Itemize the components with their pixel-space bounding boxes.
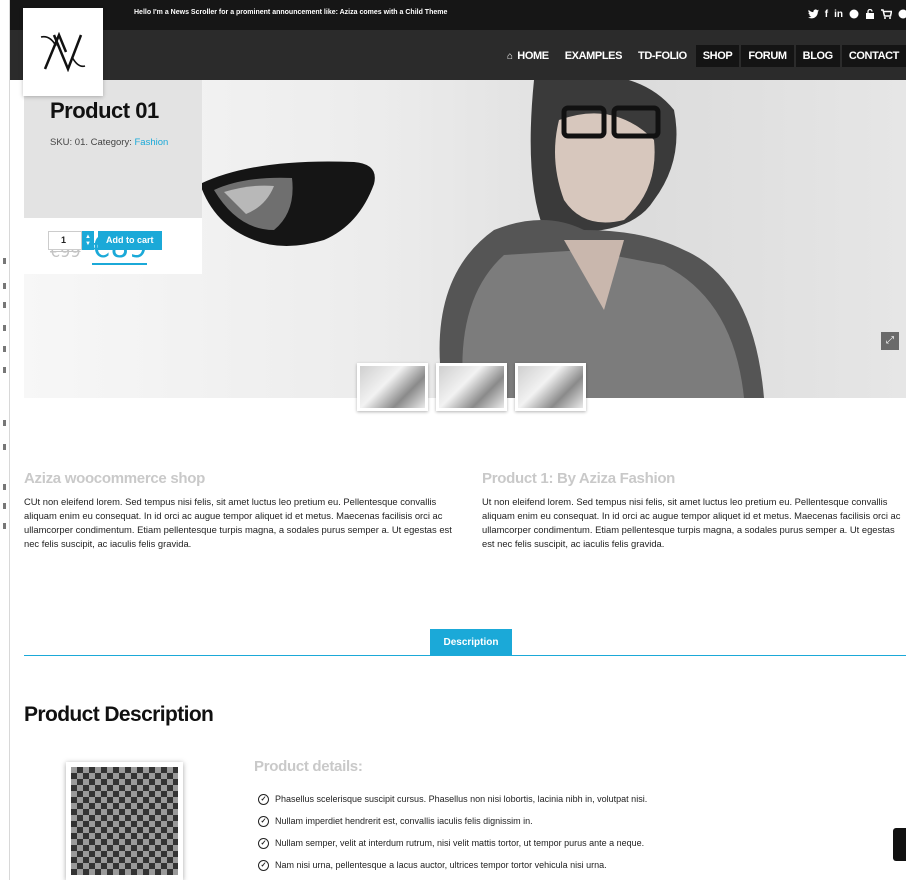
gallery-thumbnail[interactable] [357,363,428,411]
nav-examples[interactable]: EXAMPLES [558,45,629,67]
check-circle-icon: ✓ [258,859,269,871]
facebook-icon[interactable]: f [825,9,828,22]
main-navigation-bar: ⌂ HOME EXAMPLES TD-FOLIO SHOP FORUM BLOG… [10,30,906,80]
product-hero-gallery: Product 01 SKU: 01. Category: Fashion €9… [24,80,906,398]
add-to-cart-button[interactable]: Add to cart [98,231,162,250]
check-circle-icon: ✓ [258,793,269,805]
detail-text: Nullam semper, velit at interdum rutrum,… [275,838,645,848]
product-details-list: ✓ Phasellus scelerisque suscipit cursus. … [258,788,647,876]
nav-td-folio[interactable]: TD-FOLIO [631,45,694,67]
dribbble-icon[interactable] [849,9,859,22]
detail-text: Nullam imperdiet hendrerit est, convalli… [275,816,533,826]
cart-icon[interactable] [881,9,893,22]
home-icon: ⌂ [507,51,513,62]
product-meta: SKU: 01. Category: Fashion [50,137,168,148]
quantity-stepper[interactable]: ▲ ▼ [82,231,94,250]
nav-blog[interactable]: BLOG [795,45,840,67]
gallery-thumbnails [357,363,586,411]
product-info-text: Ut non eleifend lorem. Sed tempus nisi f… [482,496,901,549]
nav-shop[interactable]: SHOP [695,45,740,67]
product-summary-box: Product 01 SKU: 01. Category: Fashion [24,80,202,218]
site-logo[interactable] [23,8,103,96]
logo-mark-icon [40,32,86,72]
add-to-cart-form: 1 ▲ ▼ Add to cart [48,231,162,250]
detail-text: Nam nisi urna, pellentesque a lacus auct… [275,860,607,870]
nav-home-label: HOME [517,50,549,62]
nav-home[interactable]: ⌂ HOME [500,45,556,67]
gallery-thumbnail[interactable] [515,363,586,411]
twitter-icon[interactable] [807,9,819,22]
tab-description[interactable]: Description [430,629,512,656]
nav-contact[interactable]: CONTACT [841,45,906,67]
social-links: f in [807,8,906,22]
linkedin-icon[interactable]: in [834,9,843,22]
detail-text: Phasellus scelerisque suscipit cursus. P… [275,794,648,804]
shop-info-text: CUt non eleifend lorem. Sed tempus nisi … [24,496,452,549]
sku-label: SKU: 01. Category: [50,137,135,148]
shop-info-title: Aziza woocommerce shop [24,470,205,487]
check-circle-icon: ✓ [258,815,269,827]
list-item: ✓ Phasellus scelerisque suscipit cursus. … [258,788,647,810]
product-title: Product 01 [50,98,159,123]
shop-info-column: Aziza woocommerce shop CUt non eleifend … [24,470,464,551]
product-description-title: Product Description [24,703,214,726]
news-ticker: Hello I'm a News Scroller for a prominen… [134,9,448,16]
github-icon[interactable] [898,9,906,22]
top-bar: Hello I'm a News Scroller for a prominen… [10,0,906,30]
gallery-thumbnail[interactable] [436,363,507,411]
expand-icon[interactable]: ⤢ [881,332,899,350]
side-panel-toggle[interactable] [893,828,906,861]
list-item: ✓ Nullam imperdiet hendrerit est, convall… [258,810,647,832]
product-details-title: Product details: [254,758,363,775]
login-icon[interactable] [865,8,875,22]
check-circle-icon: ✓ [258,837,269,849]
product-info-column: Product 1: By Aziza Fashion Ut non eleif… [482,470,906,551]
left-edge-strip [0,0,10,880]
category-link[interactable]: Fashion [134,137,168,148]
list-item: ✓ Nam nisi urna, pellentesque a lacus auc… [258,854,647,876]
main-menu: ⌂ HOME EXAMPLES TD-FOLIO SHOP FORUM BLOG… [498,45,906,67]
product-detail-image[interactable] [66,762,183,880]
quantity-input[interactable]: 1 [48,231,82,250]
product-info-title: Product 1: By Aziza Fashion [482,470,676,487]
list-item: ✓ Nullam semper, velit at interdum rutrum… [258,832,647,854]
nav-forum[interactable]: FORUM [741,45,794,67]
